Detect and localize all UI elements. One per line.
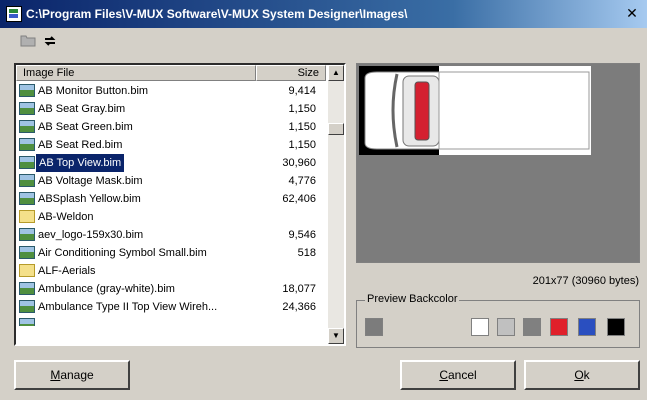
preview-backcolor-legend: Preview Backcolor <box>365 293 460 305</box>
file-size: 1,150 <box>288 139 316 151</box>
file-size: 62,406 <box>282 193 316 205</box>
image-preview <box>356 63 640 263</box>
preview-backcolor-group: Preview Backcolor <box>356 293 640 348</box>
image-file-icon <box>19 228 35 241</box>
swatch-blue[interactable] <box>578 318 596 336</box>
swatch-white[interactable] <box>471 318 489 336</box>
image-file-icon <box>19 102 35 115</box>
file-size: 9,546 <box>288 229 316 241</box>
file-row[interactable]: AB Top View.bim 30,960 <box>16 154 326 172</box>
image-dimensions-label: 201x77 (30960 bytes) <box>532 275 639 287</box>
toolbar <box>0 30 647 54</box>
file-name: AB Seat Red.bim <box>38 139 123 151</box>
file-size: 24,366 <box>282 301 316 313</box>
image-file-icon <box>19 318 35 326</box>
preview-image <box>359 66 591 155</box>
refresh-icon[interactable] <box>40 33 60 51</box>
file-list[interactable]: Image File Size AB Monitor Button.bim 9,4… <box>14 63 346 346</box>
swatch-light-gray[interactable] <box>497 318 515 336</box>
file-row[interactable]: Ambulance (gray-white).bim 18,077 <box>16 280 326 298</box>
swatch-gray[interactable] <box>523 318 541 336</box>
file-row[interactable]: AB Seat Green.bim 1,150 <box>16 118 326 136</box>
column-header-size[interactable]: Size <box>256 65 326 81</box>
cancel-mnemonic: C <box>439 368 448 382</box>
image-file-icon <box>19 300 35 313</box>
vertical-scrollbar[interactable]: ▲ ▼ <box>328 65 344 344</box>
file-name: AB Top View.bim <box>36 154 125 172</box>
cancel-label: ancel <box>447 368 477 382</box>
file-row[interactable]: Air Conditioning Symbol Small.bim 518 <box>16 244 326 262</box>
image-file-icon <box>19 246 35 259</box>
ok-mnemonic: O <box>574 368 584 382</box>
file-name: Air Conditioning Symbol Small.bim <box>38 247 207 259</box>
swatch-red[interactable] <box>550 318 568 336</box>
folder-icon <box>19 210 35 223</box>
file-name: AB-Weldon <box>38 211 94 223</box>
file-name: Ambulance (gray-white).bim <box>38 283 175 295</box>
file-name: AB Seat Green.bim <box>38 121 133 133</box>
file-row[interactable]: Ambulance Type II Top View Wireh... 24,36… <box>16 298 326 316</box>
image-file-icon <box>19 138 35 151</box>
window-title: C:\Program Files\V-MUX Software\V-MUX Sy… <box>26 7 408 21</box>
file-rows: AB Monitor Button.bim 9,414 AB Seat Gray.b… <box>16 82 326 326</box>
file-row[interactable]: AB Voltage Mask.bim 4,776 <box>16 172 326 190</box>
image-file-icon <box>19 174 35 187</box>
file-name: AB Seat Gray.bim <box>38 103 126 115</box>
ok-label: k <box>583 368 590 382</box>
manage-mnemonic: M <box>50 368 61 382</box>
file-name: aev_logo-159x30.bim <box>38 229 144 241</box>
file-name: AB Monitor Button.bim <box>38 85 149 97</box>
app-icon <box>6 6 22 22</box>
image-file-icon <box>19 120 35 133</box>
file-name: ABSplash Yellow.bim <box>38 193 141 205</box>
file-size: 1,150 <box>288 103 316 115</box>
manage-button[interactable]: Manage <box>14 360 130 390</box>
folder-icon <box>19 264 35 277</box>
folder-row[interactable]: AB-Weldon <box>16 208 326 226</box>
image-file-icon <box>19 282 35 295</box>
file-row[interactable]: aev_logo-159x30.bim 9,546 <box>16 226 326 244</box>
file-name: ALF-Aerials <box>38 265 96 277</box>
folder-icon[interactable] <box>18 33 38 51</box>
file-size: 518 <box>297 247 316 259</box>
scroll-thumb[interactable] <box>328 123 344 135</box>
current-backcolor-swatch <box>365 318 383 336</box>
cancel-button[interactable]: Cancel <box>400 360 516 390</box>
file-size: 4,776 <box>288 175 316 187</box>
swatch-black[interactable] <box>607 318 625 336</box>
file-row[interactable]: AB Monitor Button.bim 9,414 <box>16 82 326 100</box>
file-size: 9,414 <box>288 85 316 97</box>
scroll-up-button[interactable]: ▲ <box>328 65 344 81</box>
file-size: 30,960 <box>282 157 316 169</box>
image-file-icon <box>19 192 35 205</box>
title-bar: C:\Program Files\V-MUX Software\V-MUX Sy… <box>0 0 647 28</box>
file-row-partial[interactable] <box>16 316 326 326</box>
file-row[interactable]: AB Seat Gray.bim 1,150 <box>16 100 326 118</box>
file-row[interactable]: AB Seat Red.bim 1,150 <box>16 136 326 154</box>
scroll-down-button[interactable]: ▼ <box>328 328 344 344</box>
column-header-image-file[interactable]: Image File <box>16 65 256 81</box>
image-file-icon <box>19 84 35 97</box>
file-row[interactable]: ABSplash Yellow.bim 62,406 <box>16 190 326 208</box>
file-size: 18,077 <box>282 283 316 295</box>
close-icon[interactable]: ✕ <box>623 4 641 22</box>
list-header: Image File Size <box>16 65 326 81</box>
file-name: Ambulance Type II Top View Wireh... <box>38 301 218 313</box>
image-file-icon <box>19 156 35 169</box>
file-size: 1,150 <box>288 121 316 133</box>
manage-label: anage <box>60 368 94 382</box>
ok-button[interactable]: Ok <box>524 360 640 390</box>
file-name: AB Voltage Mask.bim <box>38 175 143 187</box>
folder-row[interactable]: ALF-Aerials <box>16 262 326 280</box>
